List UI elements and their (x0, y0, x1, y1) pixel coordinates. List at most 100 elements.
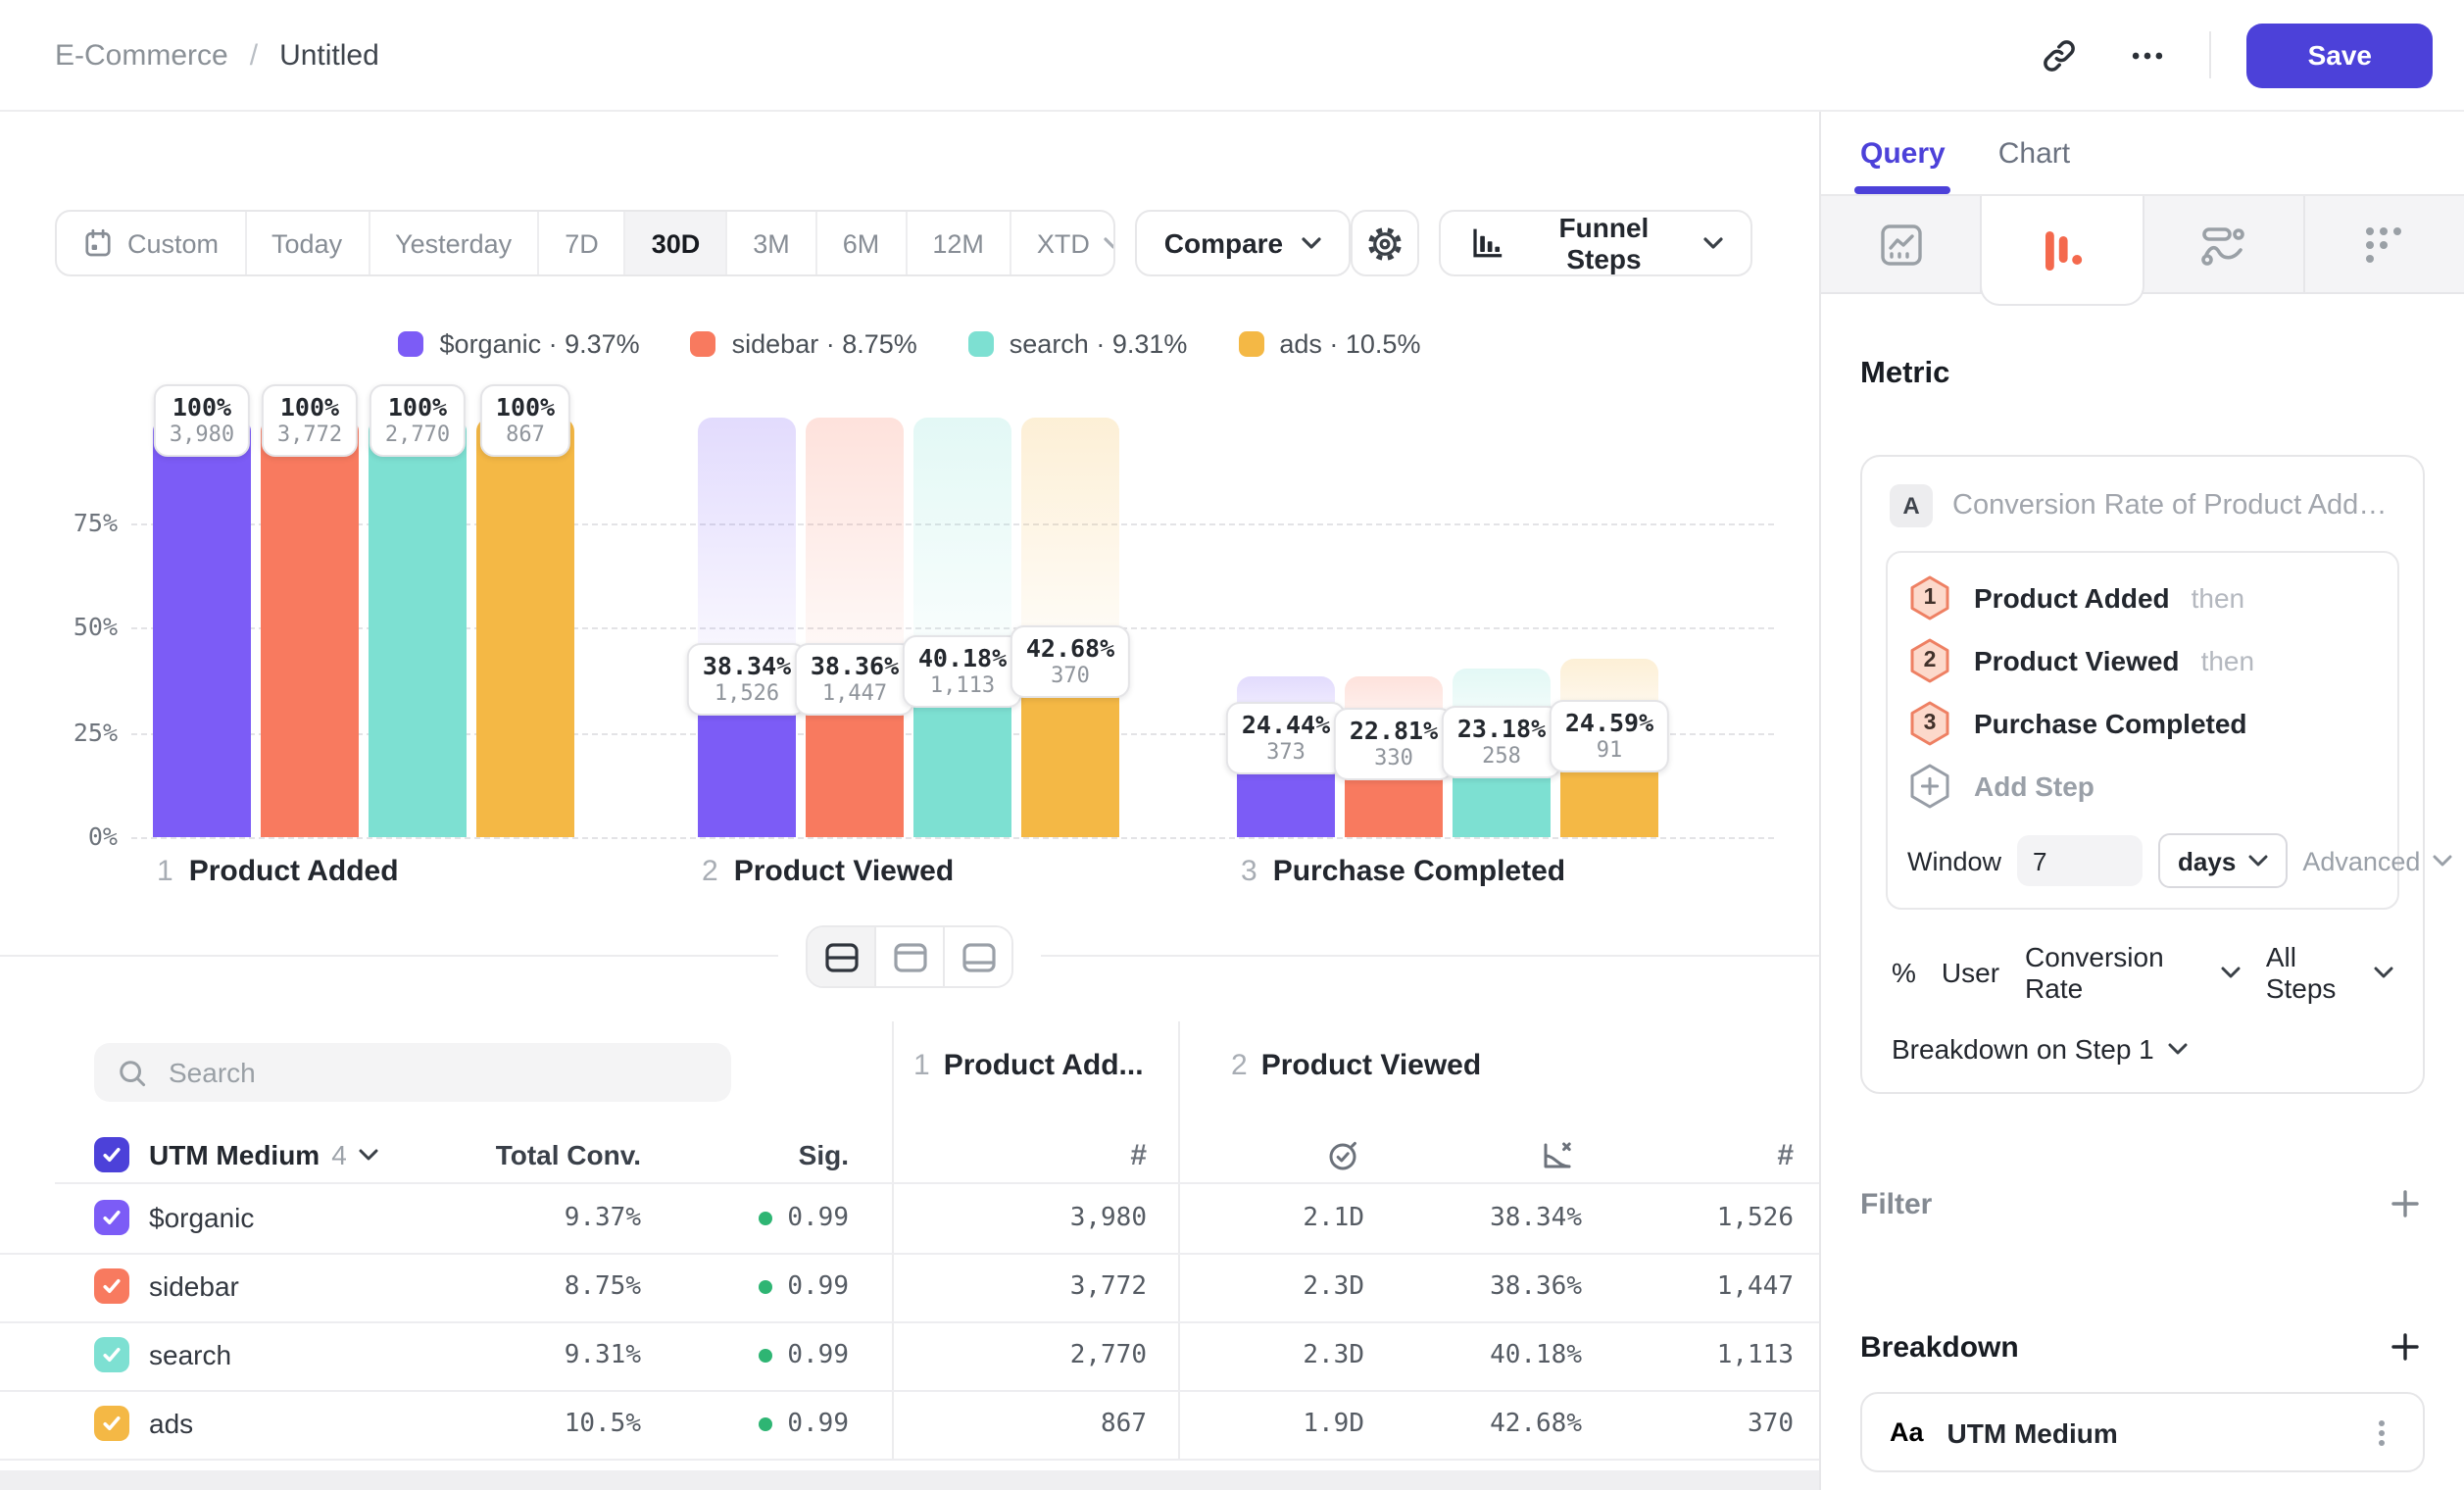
window-unit-select[interactable]: days (2158, 833, 2287, 888)
date-range-6m[interactable]: 6M (817, 212, 908, 274)
query-step-2[interactable]: 2Product Viewedthen (1907, 629, 2378, 692)
measure-scope-select[interactable]: All Steps (2266, 941, 2393, 1004)
count-metric-header[interactable]: # (1130, 1121, 1147, 1188)
bar-organic-step1[interactable] (153, 418, 251, 837)
count-metric-header[interactable]: # (1777, 1121, 1794, 1188)
table-row-organic[interactable]: $organic9.37%0.993,9802.1D38.34%1,526 (0, 1184, 1819, 1255)
table-scroll-strip[interactable] (0, 1470, 1819, 1490)
date-range-xtd[interactable]: XTD (1011, 212, 1115, 274)
sig-header[interactable]: Sig. (799, 1121, 849, 1188)
cell-total-conv: 10.5% (565, 1390, 641, 1459)
group-by-header[interactable]: UTM Medium 4 (149, 1121, 378, 1188)
conversion-metric-header[interactable] (1541, 1121, 1574, 1188)
bar-ads-step1[interactable] (476, 418, 574, 837)
legend-swatch (968, 331, 994, 357)
compare-button[interactable]: Compare (1135, 210, 1350, 276)
bar-value-label: 24.44%373 (1226, 701, 1346, 773)
breadcrumb-project[interactable]: E-Commerce (55, 38, 228, 72)
step-number: 1 (913, 1049, 930, 1082)
measure-entity[interactable]: User (1942, 957, 1999, 988)
bar-search-step1[interactable] (369, 418, 467, 837)
tab-query[interactable]: Query (1860, 136, 1946, 170)
journeys-icon (2199, 221, 2246, 268)
row-checkbox-organic[interactable] (94, 1200, 129, 1235)
legend-item-search[interactable]: search · 9.31% (968, 329, 1188, 359)
bar-value-label: 100%867 (480, 384, 570, 457)
date-range-30d[interactable]: 30D (626, 212, 728, 274)
bar-pct: 42.68% (1026, 632, 1114, 662)
tab-chart[interactable]: Chart (1998, 136, 2070, 170)
breadcrumb-current[interactable]: Untitled (279, 38, 379, 72)
date-range-12m[interactable]: 12M (907, 212, 1011, 274)
select-all-checkbox[interactable] (94, 1137, 129, 1172)
total-conv-header[interactable]: Total Conv. (496, 1121, 641, 1188)
cell-significance: 0.99 (758, 1390, 849, 1459)
query-step-label: Product Added (1974, 582, 2170, 614)
date-range-custom[interactable]: Custom (57, 212, 246, 274)
y-axis-tick: 0% (0, 821, 118, 851)
layout-chart-view-button[interactable] (874, 927, 943, 986)
table-row-ads[interactable]: ads10.5%0.998671.9D42.68%370 (0, 1390, 1819, 1461)
search-input[interactable] (165, 1055, 708, 1090)
chart-type-retention[interactable] (2305, 196, 2464, 292)
share-link-button[interactable] (2034, 28, 2087, 81)
measure-type-select[interactable]: Conversion Rate (2025, 941, 2241, 1004)
table-row-sidebar[interactable]: sidebar8.75%0.993,7722.3D38.36%1,447 (0, 1253, 1819, 1323)
topbar-divider (2210, 31, 2212, 78)
bar-pct: 100% (385, 392, 450, 422)
step-number: 2 (1907, 637, 1952, 684)
legend-swatch (691, 331, 716, 357)
date-range-today[interactable]: Today (246, 212, 370, 274)
bar-sidebar-step1[interactable] (261, 418, 359, 837)
legend-label: sidebar · 8.75% (732, 329, 917, 359)
add-step-button[interactable]: Add Step (1907, 755, 2378, 818)
more-options-button[interactable] (2122, 28, 2175, 81)
date-range-7d[interactable]: 7D (539, 212, 626, 274)
sig-dot-icon (758, 1280, 771, 1294)
legend-swatch (399, 331, 424, 357)
advanced-toggle[interactable]: Advanced (2302, 846, 2451, 875)
table-row-search[interactable]: search9.31%0.992,7702.3D40.18%1,113 (0, 1321, 1819, 1392)
legend-item-sidebar[interactable]: sidebar · 8.75% (691, 329, 917, 359)
chevron-down-icon (2432, 855, 2451, 867)
chart-type-funnel[interactable] (1981, 196, 2144, 306)
advanced-label: Advanced (2302, 846, 2420, 875)
date-range-3m[interactable]: 3M (727, 212, 817, 274)
legend-item-ads[interactable]: ads · 10.5% (1238, 329, 1420, 359)
row-checkbox-ads[interactable] (94, 1406, 129, 1441)
check-icon (100, 1143, 123, 1167)
legend-label: search · 9.31% (1010, 329, 1188, 359)
cell-significance: 0.99 (758, 1253, 849, 1321)
chevron-down-icon (2247, 855, 2267, 867)
row-checkbox-sidebar[interactable] (94, 1268, 129, 1304)
chart-type-button[interactable]: Funnel Steps (1440, 210, 1752, 276)
query-step-3[interactable]: 3Purchase Completed (1907, 692, 2378, 755)
chart-settings-button[interactable] (1350, 210, 1420, 276)
row-checkbox-search[interactable] (94, 1337, 129, 1372)
step-number: 3 (1241, 855, 1257, 888)
breakdown-property-card[interactable]: Aa UTM Medium (1860, 1392, 2425, 1472)
save-button[interactable]: Save (2247, 23, 2433, 87)
kebab-menu-button[interactable] (2368, 1416, 2395, 1448)
ghost-bar-sidebar-step2 (806, 418, 904, 676)
row-label: search (149, 1321, 231, 1390)
add-breakdown-button[interactable] (2386, 1327, 2425, 1366)
add-filter-button[interactable] (2386, 1184, 2425, 1223)
breakdown-on-select[interactable]: Breakdown on Step 1 (1886, 1033, 2399, 1065)
chevron-down-icon (359, 1149, 378, 1161)
table-search (94, 1043, 731, 1102)
metric-title-row[interactable]: A Conversion Rate of Product Adde... (1886, 480, 2399, 527)
query-step-1[interactable]: 1Product Addedthen (1907, 567, 2378, 629)
chevron-down-icon (1703, 237, 1723, 249)
legend-item-organic[interactable]: $organic · 9.37% (399, 329, 640, 359)
avg-time-metric-header[interactable] (1325, 1121, 1360, 1188)
layout-split-view-button[interactable] (808, 927, 874, 986)
top-layout-icon (893, 942, 926, 971)
chart-type-journeys[interactable] (2144, 196, 2305, 292)
app-window: E-Commerce / Untitled (0, 0, 2464, 1490)
chart-type-metrics[interactable] (1821, 196, 1983, 292)
window-value-input[interactable] (2017, 835, 2143, 886)
layout-table-view-button[interactable] (943, 927, 1011, 986)
bar-count: 3,772 (277, 422, 342, 447)
date-range-yesterday[interactable]: Yesterday (370, 212, 539, 274)
